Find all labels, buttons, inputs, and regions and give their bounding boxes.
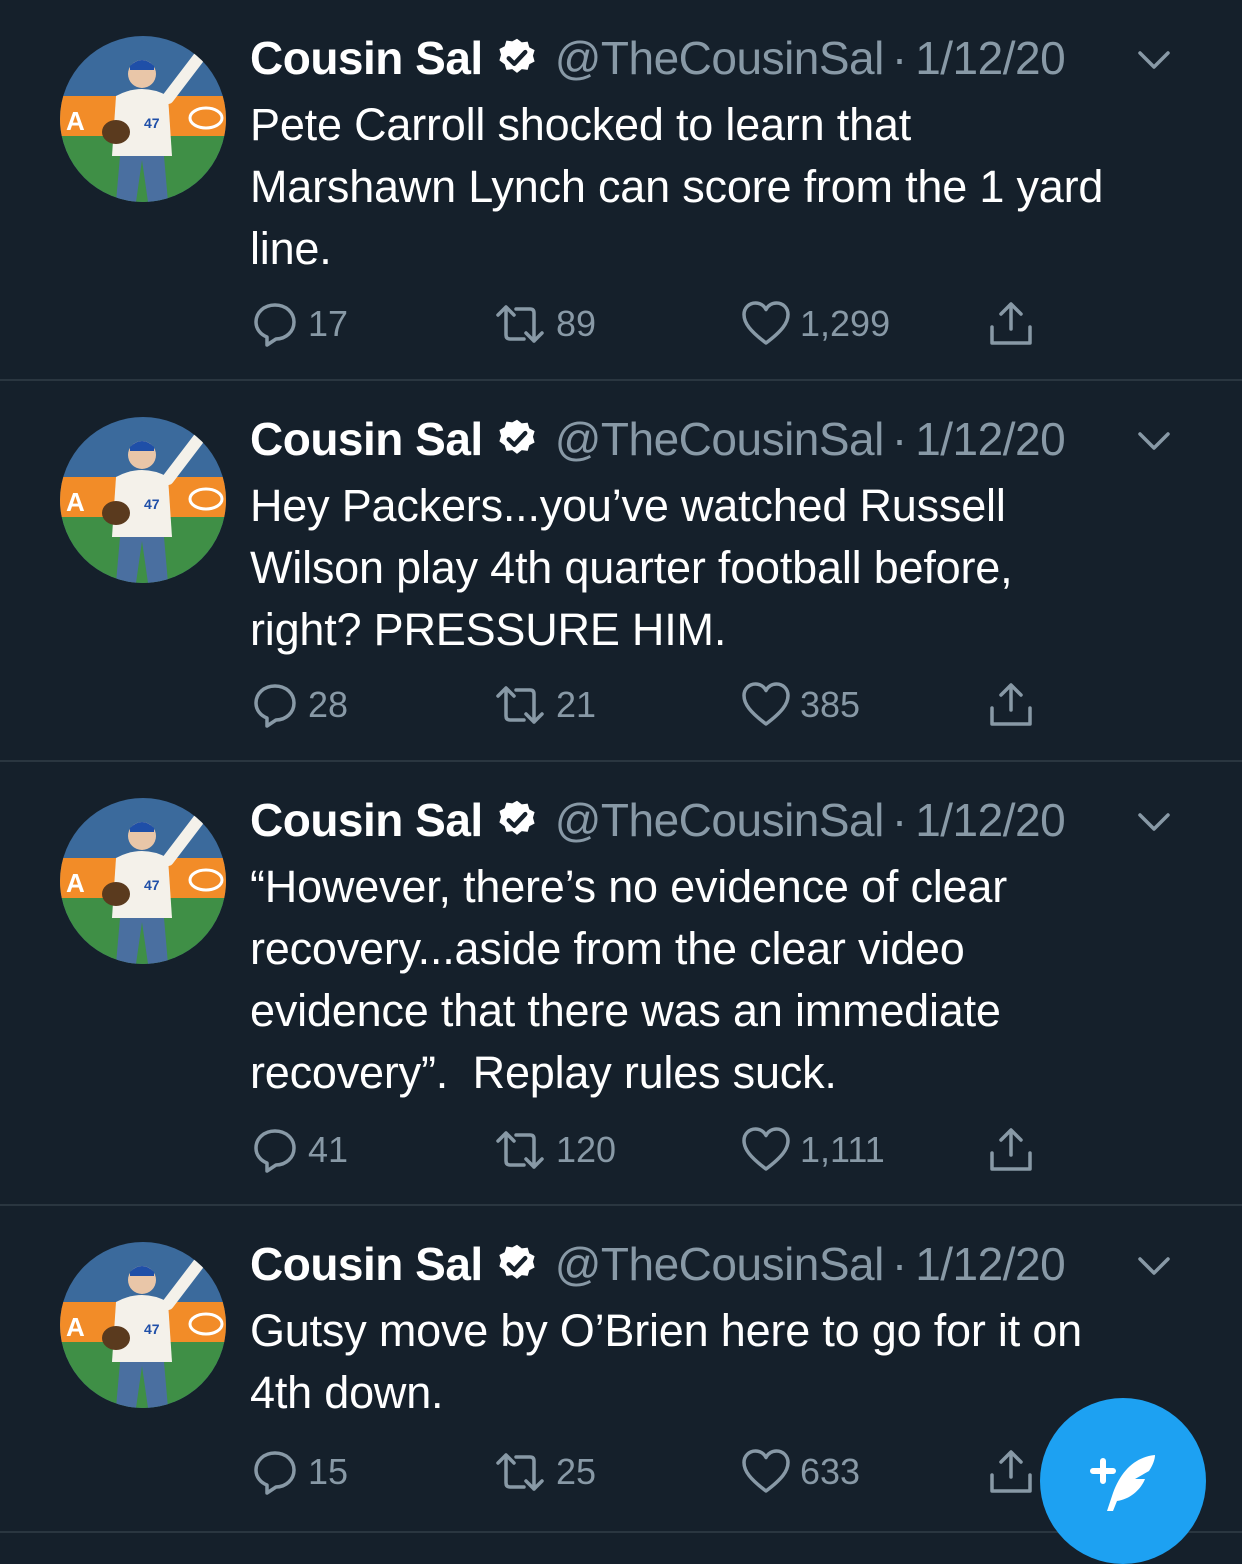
chevron-down-icon[interactable] (1136, 810, 1172, 834)
retweet-icon (496, 305, 544, 343)
reply-count: 28 (308, 684, 349, 725)
retweet-button[interactable]: 21 (492, 675, 596, 735)
verified-badge-icon (495, 798, 539, 842)
tweet-text: Hey Packers...you’ve watched Russell Wil… (250, 480, 1013, 655)
reply-icon (254, 1129, 296, 1173)
reply-button[interactable]: 28 (250, 675, 348, 735)
retweet-button[interactable]: 89 (492, 294, 596, 354)
tweet-actions: 28 21 385 (250, 675, 1242, 735)
avatar[interactable]: A 47 (60, 417, 226, 583)
svg-text:A: A (66, 487, 85, 517)
heart-icon (742, 1127, 790, 1171)
like-button[interactable]: 1,111 (740, 1120, 885, 1180)
tweet-date[interactable]: 1/12/20 (915, 793, 1065, 847)
reply-button[interactable]: 17 (250, 294, 348, 354)
reply-icon (254, 1451, 296, 1495)
separator-dot: · (891, 413, 908, 465)
chevron-down-icon[interactable] (1136, 429, 1172, 453)
retweet-count: 21 (556, 684, 597, 725)
share-icon (990, 1450, 1032, 1493)
like-button[interactable]: 1,299 (740, 294, 890, 354)
verified-badge-icon (495, 417, 539, 461)
reply-count: 41 (308, 1129, 349, 1170)
chevron-down-icon[interactable] (1136, 48, 1172, 72)
verified-badge-icon (495, 1242, 539, 1286)
separator-dot: · (891, 794, 908, 846)
retweet-count: 120 (556, 1129, 617, 1170)
tweet-date[interactable]: 1/12/20 (915, 412, 1065, 466)
heart-icon (742, 682, 790, 726)
retweet-icon (496, 686, 544, 724)
avatar[interactable]: A 47 (60, 36, 226, 202)
reply-icon (254, 684, 296, 728)
tweet-text: Gutsy move by O’Brien here to go for it … (250, 1305, 1082, 1418)
share-button[interactable] (986, 1442, 1036, 1502)
retweet-icon (496, 1453, 544, 1491)
reply-count: 17 (308, 303, 349, 344)
reply-icon (254, 303, 296, 347)
tweet-date[interactable]: 1/12/20 (915, 31, 1065, 85)
tweet-text: Pete Carroll shocked to learn that Marsh… (250, 99, 1104, 274)
author-handle[interactable]: @TheCousinSal (555, 1237, 885, 1291)
avatar[interactable]: A 47 (60, 1242, 226, 1408)
like-button[interactable]: 633 (740, 1442, 860, 1502)
author-name[interactable]: Cousin Sal (250, 1237, 483, 1291)
retweet-button[interactable]: 120 (492, 1120, 616, 1180)
share-icon (990, 302, 1032, 345)
svg-text:47: 47 (144, 877, 160, 893)
tweet-actions: 41 120 1,111 (250, 1120, 1242, 1180)
svg-text:47: 47 (144, 1321, 160, 1337)
retweet-icon (496, 1131, 544, 1169)
tweet[interactable]: A 47 Cousin Sal @TheCousinSal · 1/12/20 (0, 381, 1242, 762)
share-button[interactable] (986, 294, 1036, 354)
chevron-down-icon[interactable] (1136, 1254, 1172, 1278)
separator-dot: · (891, 1238, 908, 1290)
like-count: 1,299 (800, 303, 891, 344)
share-button[interactable] (986, 675, 1036, 735)
timeline: A 47 Cousin Sal @TheCousinSal · 1/12/20 (0, 0, 1242, 1533)
retweet-count: 25 (556, 1451, 597, 1492)
svg-text:47: 47 (144, 496, 160, 512)
tweet-text: “However, there’s no evidence of clear r… (250, 861, 1007, 1098)
retweet-button[interactable]: 25 (492, 1442, 596, 1502)
share-icon (990, 1128, 1032, 1171)
like-button[interactable]: 385 (740, 675, 860, 735)
compose-tweet-button[interactable] (1040, 1398, 1206, 1564)
separator-dot: · (891, 32, 908, 84)
like-count: 633 (800, 1451, 861, 1492)
compose-tweet-icon (1090, 1455, 1155, 1511)
reply-button[interactable]: 41 (250, 1120, 348, 1180)
retweet-count: 89 (556, 303, 597, 344)
avatar[interactable]: A 47 (60, 798, 226, 964)
author-handle[interactable]: @TheCousinSal (555, 31, 885, 85)
author-name[interactable]: Cousin Sal (250, 31, 483, 85)
like-count: 1,111 (800, 1129, 885, 1170)
tweet-actions: 17 89 1,299 (250, 294, 1242, 354)
svg-text:A: A (66, 1312, 85, 1342)
author-handle[interactable]: @TheCousinSal (555, 793, 885, 847)
author-name[interactable]: Cousin Sal (250, 793, 483, 847)
like-count: 385 (800, 684, 861, 725)
svg-text:A: A (66, 868, 85, 898)
svg-text:47: 47 (144, 115, 160, 131)
tweet[interactable]: A 47 Cousin Sal @TheCousinSal · 1/12/20 (0, 0, 1242, 381)
tweet[interactable]: A 47 Cousin Sal @TheCousinSal · 1/12/20 (0, 762, 1242, 1206)
svg-text:A: A (66, 106, 85, 136)
heart-icon (742, 301, 790, 345)
tweet-date[interactable]: 1/12/20 (915, 1237, 1065, 1291)
reply-button[interactable]: 15 (250, 1442, 348, 1502)
author-handle[interactable]: @TheCousinSal (555, 412, 885, 466)
verified-badge-icon (495, 36, 539, 80)
author-name[interactable]: Cousin Sal (250, 412, 483, 466)
heart-icon (742, 1449, 790, 1493)
reply-count: 15 (308, 1451, 349, 1492)
share-button[interactable] (986, 1120, 1036, 1180)
share-icon (990, 683, 1032, 726)
